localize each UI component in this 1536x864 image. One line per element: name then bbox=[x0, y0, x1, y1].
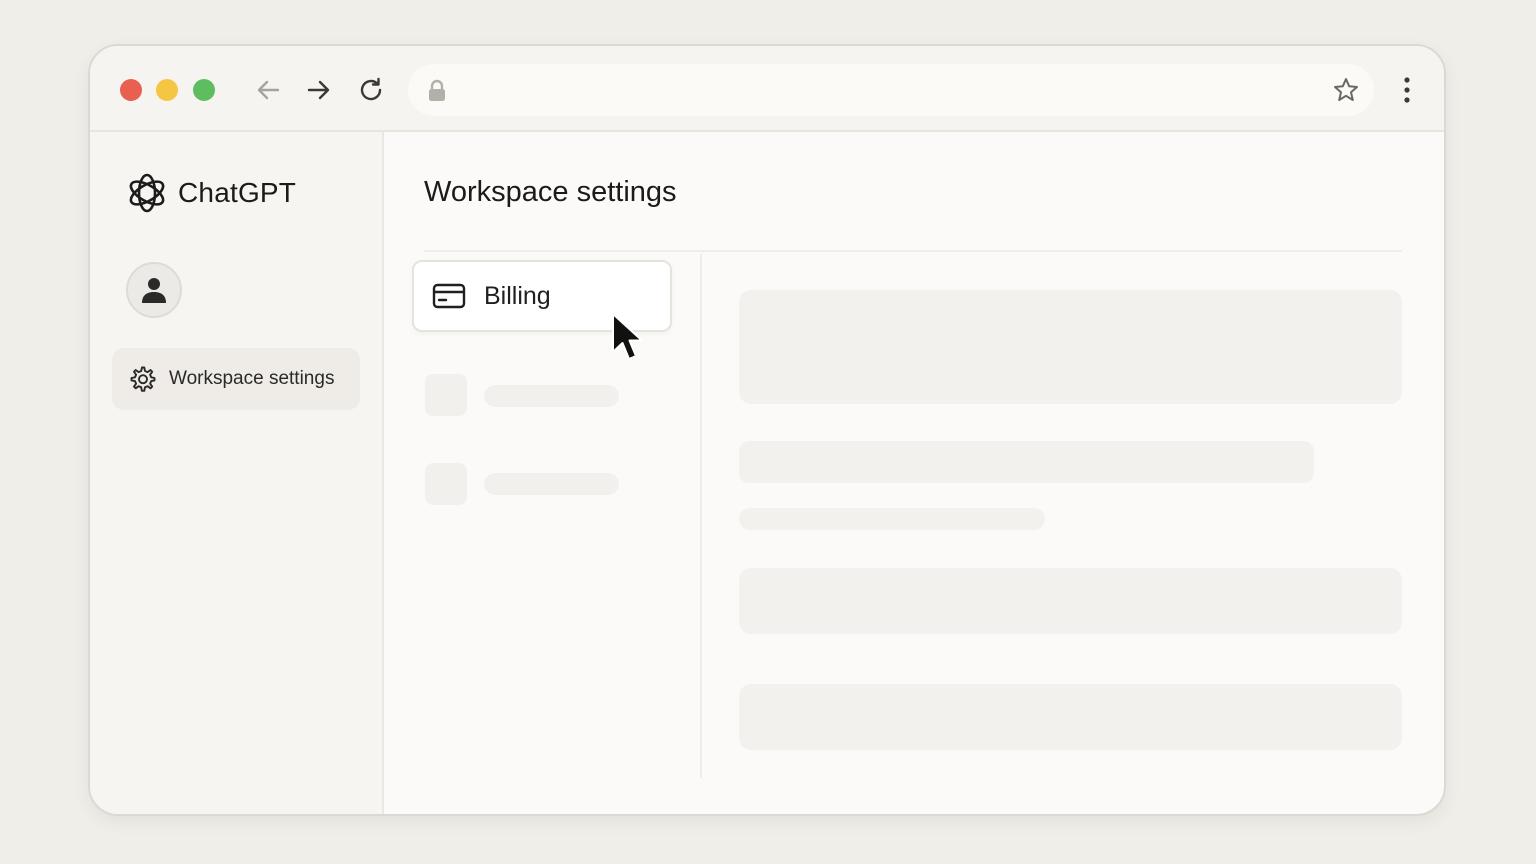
brand-logo[interactable]: ChatGPT bbox=[126, 172, 296, 214]
star-icon[interactable] bbox=[1332, 76, 1360, 104]
billing-label: Billing bbox=[484, 281, 551, 310]
placeholder-line bbox=[484, 473, 619, 495]
column-divider bbox=[700, 254, 702, 778]
placeholder-block bbox=[739, 508, 1045, 530]
forward-arrow-icon bbox=[307, 80, 330, 100]
sidebar-item-workspace-settings[interactable]: Workspace settings bbox=[112, 348, 360, 410]
credit-card-icon bbox=[432, 283, 466, 309]
back-arrow-icon bbox=[257, 80, 280, 100]
placeholder-block bbox=[739, 684, 1402, 750]
main-content: Workspace settings Billing bbox=[384, 132, 1444, 814]
placeholder-block bbox=[739, 290, 1402, 404]
placeholder-icon bbox=[425, 463, 467, 505]
address-bar[interactable] bbox=[408, 64, 1374, 116]
browser-menu-button[interactable] bbox=[1392, 74, 1422, 106]
sidebar-item-label: Workspace settings bbox=[169, 368, 335, 389]
forward-button[interactable] bbox=[303, 74, 335, 106]
close-window-button[interactable] bbox=[120, 79, 142, 101]
browser-toolbar bbox=[90, 46, 1444, 132]
maximize-window-button[interactable] bbox=[193, 79, 215, 101]
avatar[interactable] bbox=[126, 262, 182, 318]
sidebar: ChatGPT Workspace settings bbox=[90, 132, 384, 814]
placeholder-block bbox=[739, 568, 1402, 634]
gear-icon bbox=[130, 366, 156, 392]
openai-logo-icon bbox=[129, 173, 165, 213]
browser-window: ChatGPT Workspace settings Workspace set… bbox=[88, 44, 1446, 816]
user-icon bbox=[142, 278, 166, 303]
reload-button[interactable] bbox=[355, 74, 387, 106]
kebab-menu-icon bbox=[1404, 77, 1410, 103]
page-title: Workspace settings bbox=[424, 176, 677, 208]
back-button[interactable] bbox=[252, 74, 284, 106]
placeholder-icon bbox=[425, 374, 467, 416]
brand-name: ChatGPT bbox=[178, 177, 297, 208]
placeholder-block bbox=[739, 441, 1314, 483]
placeholder-line bbox=[484, 385, 619, 407]
minimize-window-button[interactable] bbox=[156, 79, 178, 101]
billing-menu-item[interactable]: Billing bbox=[412, 260, 672, 332]
reload-icon bbox=[360, 77, 382, 101]
divider bbox=[424, 250, 1402, 252]
lock-icon bbox=[429, 79, 445, 101]
